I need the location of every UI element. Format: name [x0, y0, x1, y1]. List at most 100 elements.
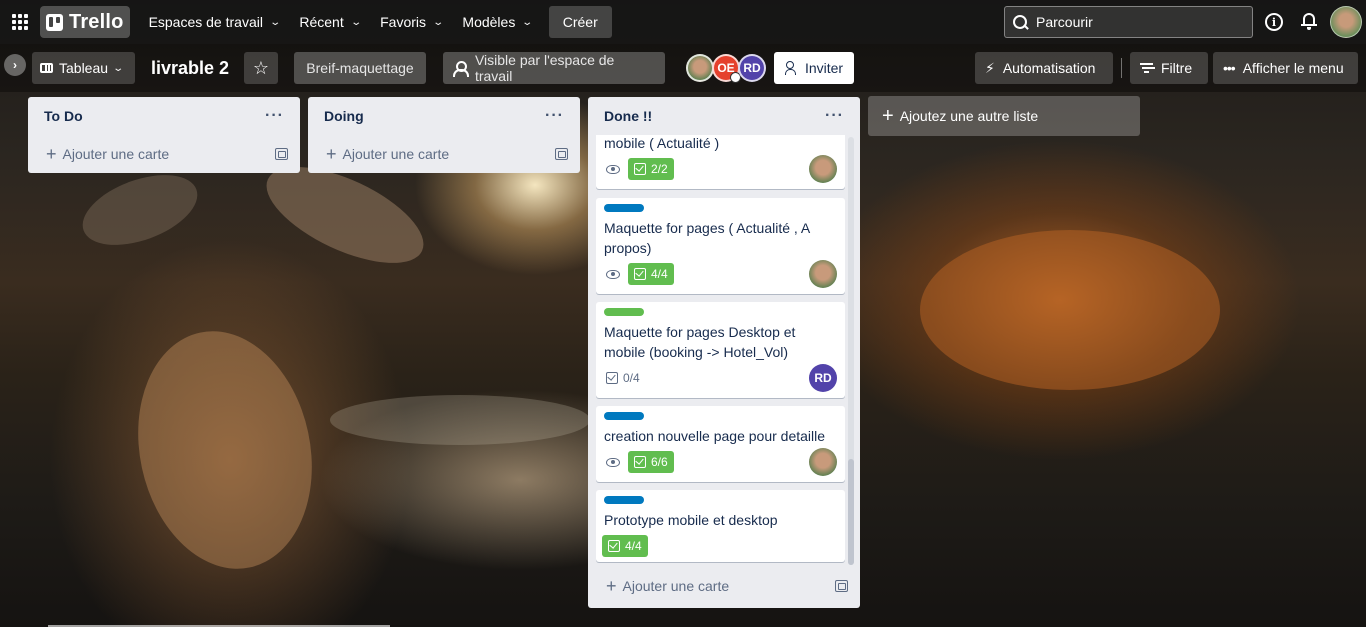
- chevron-right-icon[interactable]: ›: [4, 54, 26, 76]
- template-icon[interactable]: [555, 148, 568, 160]
- board-title[interactable]: livrable 2: [151, 58, 229, 79]
- checklist-badge: 2/2: [628, 158, 674, 180]
- card[interactable]: Maquette for pages Desktop et mobile (bo…: [596, 302, 845, 398]
- card-label[interactable]: [604, 496, 644, 504]
- nav-templates[interactable]: Modèles ⌄: [453, 6, 540, 38]
- plus-icon: +: [46, 144, 57, 164]
- board-header: › Tableau ⌄ livrable 2 ☆ Breif-maquettag…: [0, 44, 1366, 92]
- nav-templates-label: Modèles: [462, 14, 516, 30]
- more-dots-icon[interactable]: ···: [825, 107, 844, 125]
- create-button[interactable]: Créer: [548, 6, 612, 38]
- people-icon: [453, 61, 469, 77]
- eye-icon: [606, 164, 620, 174]
- card-member-avatar[interactable]: [809, 260, 837, 288]
- chevron-down-icon: ⌄: [432, 16, 445, 28]
- list-header: To Do ···: [28, 97, 300, 135]
- checklist-badge: 4/4: [602, 535, 648, 557]
- template-icon[interactable]: [835, 580, 848, 592]
- trello-logo[interactable]: Trello: [40, 6, 130, 38]
- member-avatar-rd[interactable]: RD: [738, 54, 766, 82]
- card-member-avatar[interactable]: [809, 155, 837, 183]
- more-dots-icon[interactable]: ···: [545, 107, 564, 125]
- card-title: Prototype mobile et desktop: [604, 512, 778, 528]
- chevron-down-icon: ⌄: [269, 16, 282, 28]
- checkbox-icon: [634, 456, 646, 468]
- checkbox-icon: [606, 372, 618, 384]
- nav-workspaces[interactable]: Espaces de travail ⌄: [140, 6, 289, 38]
- card[interactable]: Prototype mobile et desktop 4/4: [596, 490, 845, 562]
- card-member-avatar[interactable]: [809, 448, 837, 476]
- list-title[interactable]: Doing: [324, 108, 364, 124]
- show-menu-label: Afficher le menu: [1242, 60, 1344, 76]
- list-done: Done !! ··· mobile ( Actualité ) 2/2 Maq…: [588, 97, 860, 608]
- nav-starred[interactable]: Favoris ⌄: [371, 6, 451, 38]
- card-member-avatar-rd[interactable]: RD: [809, 364, 837, 392]
- visibility-button[interactable]: Visible par l'espace de travail: [443, 52, 665, 84]
- card-badges: 4/4: [602, 534, 837, 558]
- eye-icon: [606, 269, 620, 279]
- invite-button[interactable]: Inviter: [774, 52, 854, 84]
- add-card-button[interactable]: + Ajouter une carte: [588, 567, 860, 605]
- add-card-label: Ajouter une carte: [622, 578, 730, 594]
- app-switcher-button[interactable]: [0, 14, 40, 30]
- nav-starred-label: Favoris: [380, 14, 427, 30]
- template-icon[interactable]: [275, 148, 288, 160]
- background-tree: [920, 230, 1220, 390]
- card-badges: 4/4: [604, 262, 837, 286]
- add-list-label: Ajoutez une autre liste: [899, 108, 1039, 124]
- filter-button[interactable]: Filtre: [1130, 52, 1208, 84]
- card-label[interactable]: [604, 204, 644, 212]
- member-avatar-oe[interactable]: OE: [712, 54, 741, 83]
- card-title: Maquette for pages ( Actualité , A propo…: [604, 220, 810, 256]
- list-header: Doing ···: [308, 97, 580, 135]
- member-avatar[interactable]: [686, 54, 714, 82]
- card-badges: 0/4: [604, 366, 837, 390]
- show-menu-button[interactable]: ••• Afficher le menu: [1213, 52, 1358, 84]
- list-todo: To Do ··· + Ajouter une carte: [28, 97, 300, 173]
- board-view-icon: [40, 63, 53, 73]
- add-person-icon: [784, 61, 799, 75]
- search-input[interactable]: [1036, 14, 1236, 30]
- card-badges: 2/2: [604, 157, 837, 181]
- eye-icon: [606, 457, 620, 467]
- background-photo: [116, 314, 334, 586]
- user-avatar[interactable]: [1330, 6, 1362, 38]
- list-title[interactable]: To Do: [44, 108, 83, 124]
- checkbox-icon: [634, 268, 646, 280]
- checklist-badge: 4/4: [628, 263, 674, 285]
- card-title: Maquette for pages Desktop et mobile (bo…: [604, 324, 796, 360]
- list-title[interactable]: Done !!: [604, 108, 652, 124]
- card-label[interactable]: [604, 308, 644, 316]
- workspace-button[interactable]: Breif-maquettage: [294, 52, 426, 84]
- add-card-label: Ajouter une carte: [62, 146, 170, 162]
- automation-label: Automatisation: [1002, 60, 1096, 76]
- star-board-button[interactable]: ☆: [244, 52, 278, 84]
- add-card-button[interactable]: + Ajouter une carte: [308, 135, 580, 173]
- card-label[interactable]: [604, 412, 644, 420]
- add-card-label: Ajouter une carte: [342, 146, 450, 162]
- star-icon: ☆: [252, 57, 270, 78]
- notification-bell-icon[interactable]: [1301, 11, 1317, 31]
- nav-recent-label: Récent: [299, 14, 344, 30]
- nav-recent[interactable]: Récent ⌄: [290, 6, 369, 38]
- card-badges: 6/6: [604, 450, 837, 474]
- plus-icon: +: [606, 576, 617, 596]
- automation-button[interactable]: ⚡︎ Automatisation: [975, 52, 1113, 84]
- view-switcher-button[interactable]: Tableau ⌄: [32, 52, 135, 84]
- checkbox-icon: [608, 540, 620, 552]
- info-icon[interactable]: i: [1265, 13, 1283, 31]
- logo-text: Trello: [69, 10, 124, 33]
- trello-board-icon: [46, 13, 63, 31]
- more-dots-icon[interactable]: ···: [265, 107, 284, 125]
- add-list-button[interactable]: + Ajoutez une autre liste: [868, 96, 1140, 136]
- card[interactable]: creation nouvelle page pour detaille 6/6: [596, 406, 845, 482]
- list-scrollbar[interactable]: [848, 137, 854, 565]
- scrollbar-thumb[interactable]: [848, 459, 854, 565]
- add-card-button[interactable]: + Ajouter une carte: [28, 135, 300, 173]
- card[interactable]: mobile ( Actualité ) 2/2: [596, 135, 845, 189]
- search-box[interactable]: [1004, 6, 1253, 38]
- invite-label: Inviter: [804, 60, 844, 76]
- card[interactable]: Maquette for pages ( Actualité , A propo…: [596, 198, 845, 294]
- chevron-down-icon: ⌄: [521, 16, 534, 28]
- checkbox-icon: [634, 163, 646, 175]
